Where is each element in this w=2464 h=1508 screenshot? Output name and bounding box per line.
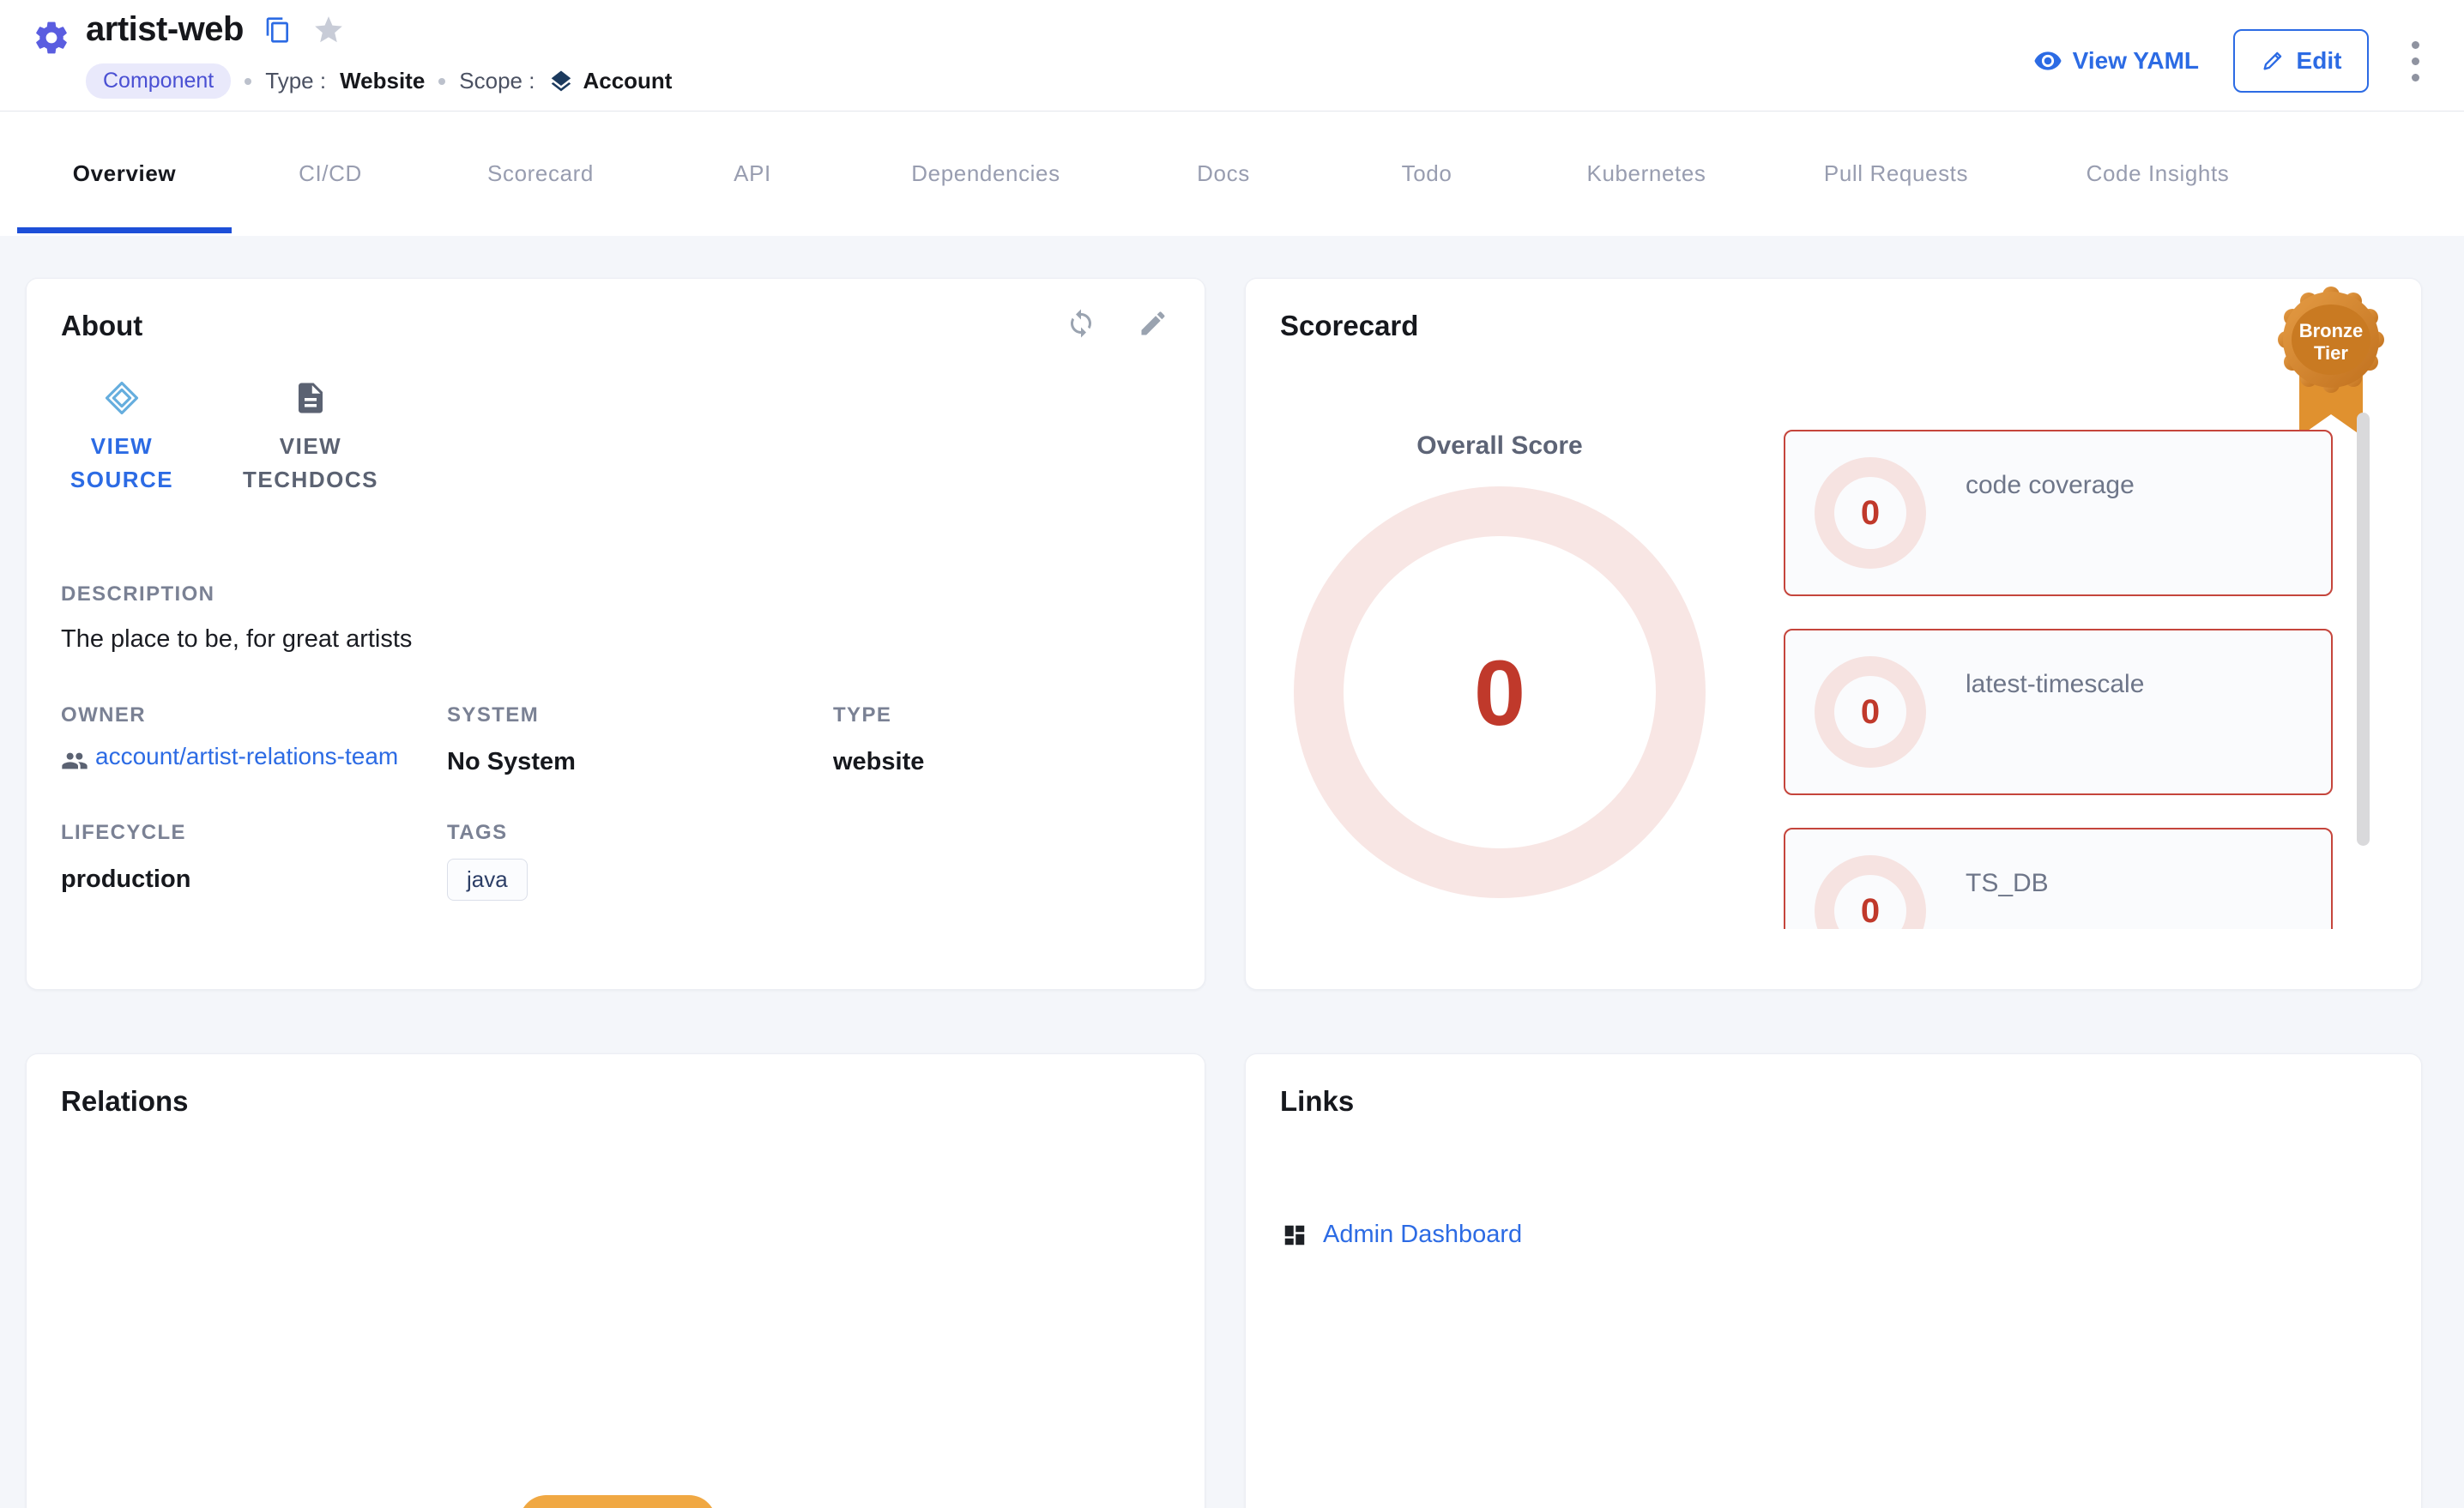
view-techdocs-label: VIEW TECHDOCS — [238, 430, 383, 497]
edit-button-label: Edit — [2297, 47, 2342, 75]
type-field-label: TYPE — [833, 703, 1170, 727]
system-label: SYSTEM — [447, 703, 833, 727]
view-yaml-button[interactable]: View YAML — [2033, 46, 2199, 75]
svg-text:Bronze: Bronze — [2299, 320, 2364, 341]
copy-entity-name-icon[interactable] — [264, 16, 292, 44]
type-field: TYPE website — [833, 703, 1170, 776]
overall-score-label: Overall Score — [1294, 431, 1706, 461]
edit-metadata-pencil-icon[interactable] — [1138, 308, 1169, 339]
type-value: Website — [340, 68, 425, 94]
relations-card: Relations — [26, 1053, 1205, 1508]
tab-api[interactable]: API — [652, 112, 853, 236]
system-value: No System — [447, 748, 833, 776]
links-card-title: Links — [1280, 1085, 2421, 1118]
component-kind-gear-icon — [33, 19, 70, 57]
scorecard-check-item[interactable]: 0 TS_DB — [1784, 828, 2333, 929]
tab-pull-requests[interactable]: Pull Requests — [1767, 112, 2025, 236]
dashboard-icon — [1282, 1222, 1307, 1248]
tag-chip-java[interactable]: java — [447, 859, 528, 901]
check-name: TS_DB — [1966, 869, 2049, 898]
overall-score-donut: 0 — [1294, 486, 1706, 898]
scorecard-check-item[interactable]: 0 latest-timescale — [1784, 629, 2333, 795]
lifecycle-label: LIFECYCLE — [61, 821, 447, 845]
scorecard-checks-list: 0 code coverage 0 latest-timescale 0 TS_… — [1784, 430, 2333, 929]
link-row: Admin Dashboard — [1282, 1221, 2421, 1249]
tab-scorecard[interactable]: Scorecard — [429, 112, 652, 236]
owner-link[interactable]: account/artist-relations-team — [95, 739, 398, 775]
page-title: artist-web — [86, 10, 244, 49]
owner-field: OWNER account/artist-relations-team — [61, 703, 447, 776]
check-score-donut: 0 — [1815, 855, 1926, 929]
description-value: The place to be, for great artists — [61, 625, 1205, 654]
pencil-icon — [2261, 49, 2285, 73]
tab-ci-cd[interactable]: CI/CD — [232, 112, 429, 236]
admin-dashboard-link[interactable]: Admin Dashboard — [1323, 1221, 1522, 1249]
svg-text:Tier: Tier — [2314, 342, 2348, 364]
more-options-kebab-icon[interactable] — [2403, 34, 2428, 88]
relations-bottom-button[interactable] — [519, 1495, 716, 1508]
check-score-donut: 0 — [1815, 656, 1926, 768]
lifecycle-value: production — [61, 866, 447, 894]
view-techdocs-link[interactable]: VIEW TECHDOCS — [238, 380, 383, 497]
tags-label: TAGS — [447, 821, 833, 845]
overall-score-block: Overall Score 0 — [1294, 431, 1706, 898]
tab-overview[interactable]: Overview — [17, 112, 232, 236]
about-card: About VIEW SOURCE VIEW TECHDOCS — [26, 278, 1205, 990]
view-yaml-label: View YAML — [2073, 47, 2199, 75]
scope-value: Account — [583, 68, 672, 94]
scorecard-check-item[interactable]: 0 code coverage — [1784, 430, 2333, 596]
view-source-link[interactable]: VIEW SOURCE — [66, 380, 178, 497]
refresh-icon[interactable] — [1066, 308, 1096, 339]
edit-button[interactable]: Edit — [2233, 29, 2369, 93]
about-card-title: About — [61, 310, 1205, 342]
dot-separator — [438, 78, 445, 85]
entity-kind-chip: Component — [86, 63, 231, 99]
scope-label: Scope : — [459, 68, 534, 94]
tab-dependencies[interactable]: Dependencies — [853, 112, 1119, 236]
check-name: latest-timescale — [1966, 670, 2144, 699]
source-diamond-icon — [104, 380, 140, 416]
lifecycle-field: LIFECYCLE production — [61, 821, 447, 901]
scorecard-card-title: Scorecard — [1280, 310, 2421, 342]
overview-content: About VIEW SOURCE VIEW TECHDOCS — [0, 236, 2464, 1508]
owner-label: OWNER — [61, 703, 447, 727]
layers-icon — [548, 69, 574, 94]
entity-tabbar: Overview CI/CD Scorecard API Dependencie… — [0, 112, 2464, 236]
group-icon — [61, 747, 88, 775]
check-score-donut: 0 — [1815, 457, 1926, 569]
relations-card-title: Relations — [61, 1085, 1205, 1118]
tags-field: TAGS java — [447, 821, 833, 901]
eye-icon — [2033, 46, 2062, 75]
dot-separator — [245, 78, 251, 85]
scorecard-scrollbar[interactable] — [2357, 413, 2370, 846]
description-label: DESCRIPTION — [61, 582, 1205, 606]
links-card: Links Admin Dashboard — [1245, 1053, 2422, 1508]
view-source-label: VIEW SOURCE — [66, 430, 178, 497]
system-field: SYSTEM No System — [447, 703, 833, 776]
overall-score-value: 0 — [1474, 639, 1525, 746]
favorite-star-icon[interactable] — [312, 14, 345, 46]
type-field-value: website — [833, 748, 1170, 776]
tab-docs[interactable]: Docs — [1119, 112, 1328, 236]
page-header: artist-web Component Type : Website Scop… — [0, 0, 2464, 112]
type-label: Type : — [265, 68, 326, 94]
techdocs-document-icon — [293, 380, 329, 416]
tab-kubernetes[interactable]: Kubernetes — [1525, 112, 1767, 236]
scorecard-card: Scorecard Bronze Tier — [1245, 278, 2422, 990]
tab-todo[interactable]: Todo — [1328, 112, 1525, 236]
tab-code-insights[interactable]: Code Insights — [2025, 112, 2291, 236]
check-name: code coverage — [1966, 471, 2135, 500]
